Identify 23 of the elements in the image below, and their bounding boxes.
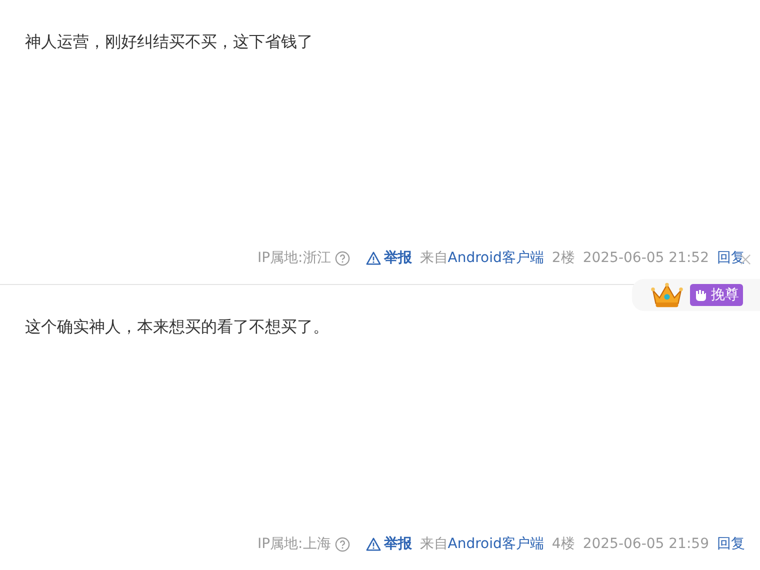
floor-number: 2楼 [552,249,575,267]
report-link[interactable]: 举报 [366,249,412,267]
crown-icon [650,281,684,309]
report-link[interactable]: 举报 [366,535,412,553]
help-icon[interactable] [334,250,350,266]
help-icon[interactable] [334,536,350,552]
reply-link[interactable]: 回复 [717,249,745,267]
post-time: 2025-06-05 21:52 [582,249,709,267]
client-link[interactable]: Android客户端 [448,250,544,266]
reply-link[interactable]: 回复 [717,535,745,553]
support-button[interactable]: 挽尊 [690,284,743,306]
fist-icon [694,288,708,302]
source-label: 来自 [420,536,448,552]
floor-number: 4楼 [552,535,575,553]
ip-location: IP属地:浙江 [257,249,331,267]
warning-icon [366,250,381,266]
post-text: 神人运营，刚好纠结买不买，这下省钱了 [25,32,314,52]
source-label: 来自 [420,250,448,266]
client-link[interactable]: Android客户端 [448,536,544,552]
post-time: 2025-06-05 21:59 [582,535,709,553]
post-text: 这个确实神人，本来想买的看了不想买了。 [25,317,330,337]
ip-location: IP属地:上海 [257,535,331,553]
warning-icon [366,536,381,552]
